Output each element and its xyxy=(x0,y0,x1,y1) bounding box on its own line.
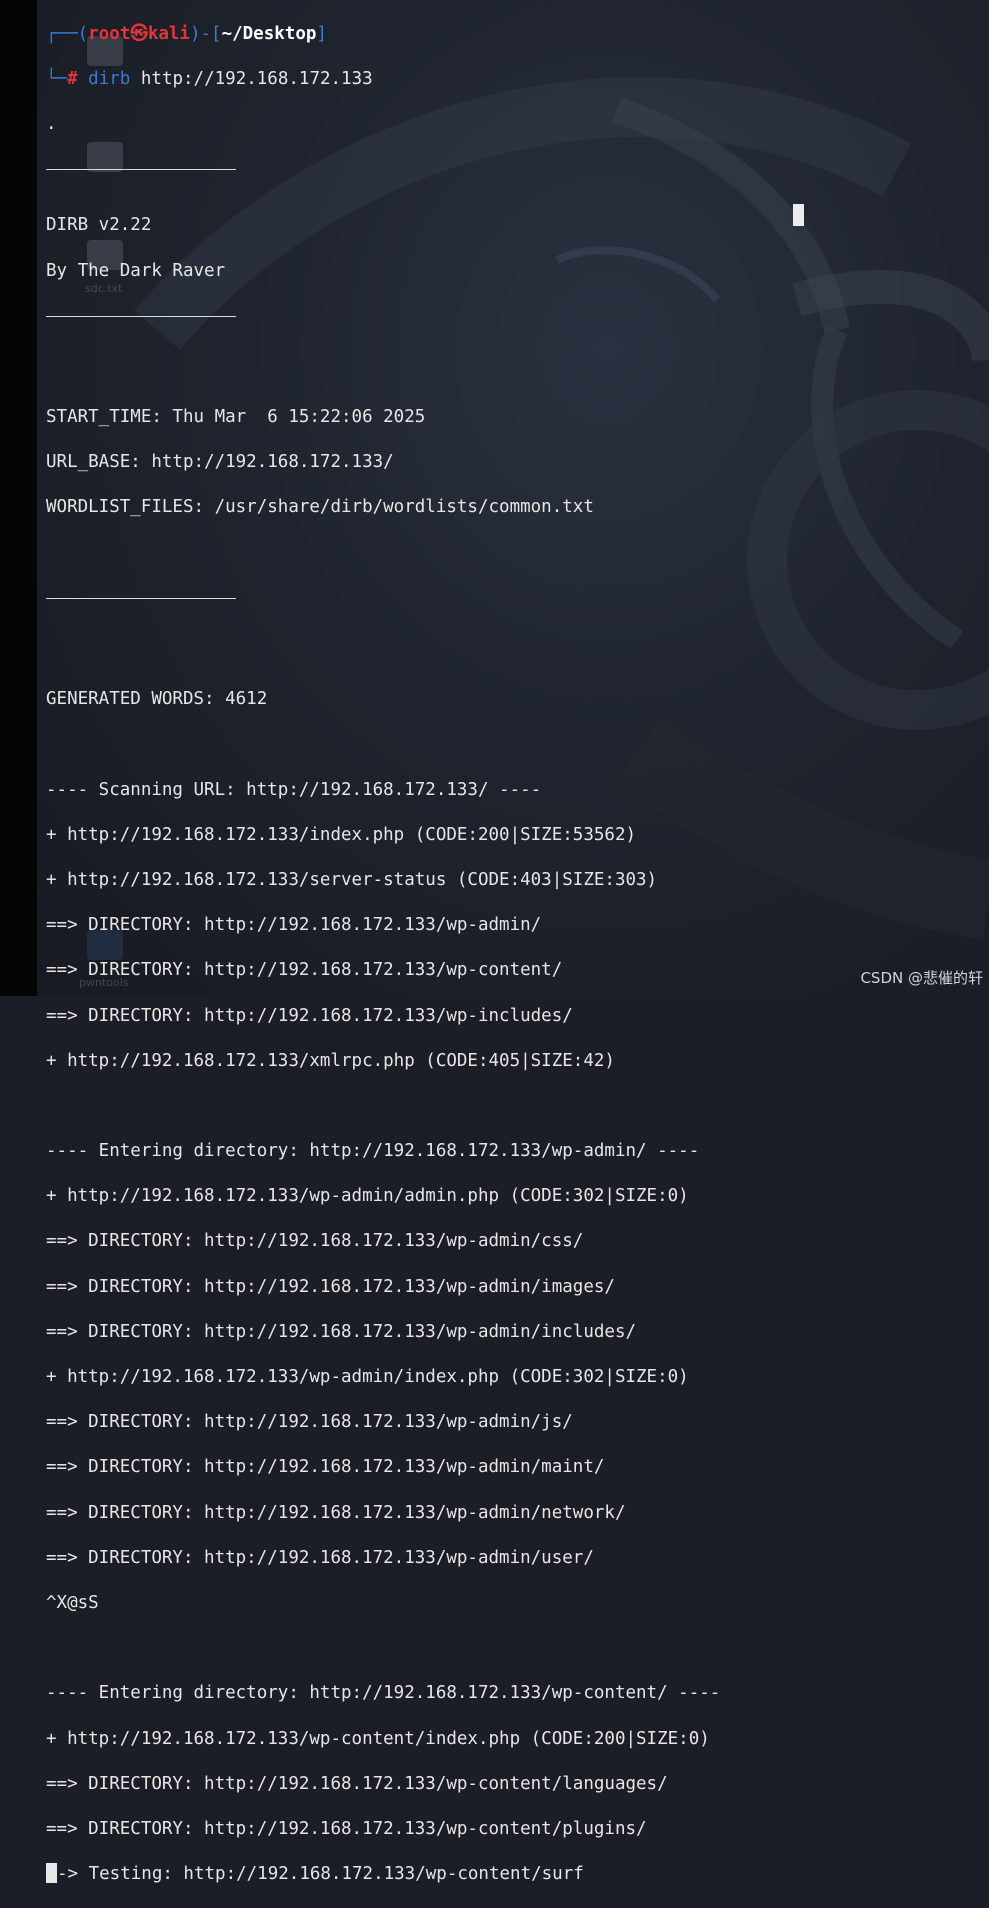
banner-dot: . xyxy=(46,113,57,134)
prompt-line-top: ┌──(root㉿kali)-[~/Desktop] xyxy=(46,23,327,44)
terminal-output[interactable]: ┌──(root㉿kali)-[~/Desktop] └─# dirb http… xyxy=(46,0,989,1884)
result-line: + http://192.168.172.133/wp-content/inde… xyxy=(46,1728,710,1749)
result-line: + http://192.168.172.133/index.php (CODE… xyxy=(46,824,637,845)
url-base: URL_BASE: http://192.168.172.133/ xyxy=(46,452,394,473)
directory-line: ==> DIRECTORY: http://192.168.172.133/wp… xyxy=(46,1818,647,1839)
result-line: + http://192.168.172.133/xmlrpc.php (COD… xyxy=(46,1050,615,1071)
directory-line: ==> DIRECTORY: http://192.168.172.133/wp… xyxy=(46,1231,584,1252)
result-line: + http://192.168.172.133/server-status (… xyxy=(46,869,658,890)
directory-line: ==> DIRECTORY: http://192.168.172.133/wp… xyxy=(46,1773,668,1794)
banner-rule xyxy=(46,315,989,339)
directory-line: ==> DIRECTORY: http://192.168.172.133/wp… xyxy=(46,1457,605,1478)
prompt-command-line: └─# dirb http://192.168.172.133 xyxy=(46,68,373,89)
progress-line: -> Testing: http://192.168.172.133/wp-co… xyxy=(46,1863,989,1886)
directory-line: ==> DIRECTORY: http://192.168.172.133/wp… xyxy=(46,1547,594,1568)
result-line: + http://192.168.172.133/wp-admin/admin.… xyxy=(46,1186,689,1207)
terminal-cursor xyxy=(46,1863,57,1884)
directory-line: ==> DIRECTORY: http://192.168.172.133/wp… xyxy=(46,915,542,936)
banner-rule xyxy=(46,597,989,621)
directory-line: ==> DIRECTORY: http://192.168.172.133/wp… xyxy=(46,1321,637,1342)
directory-line: ==> DIRECTORY: http://192.168.172.133/wp… xyxy=(46,1412,573,1433)
generated-words: GENERATED WORDS: 4612 xyxy=(46,689,268,710)
directory-line: ==> DIRECTORY: http://192.168.172.133/wp… xyxy=(46,1276,615,1297)
left-panel-strip xyxy=(0,0,37,996)
section-header: ---- Entering directory: http://192.168.… xyxy=(46,1683,721,1704)
directory-line: ==> DIRECTORY: http://192.168.172.133/wp… xyxy=(46,1005,573,1026)
section-header: ---- Entering directory: http://192.168.… xyxy=(46,1141,700,1162)
result-line: + http://192.168.172.133/wp-admin/index.… xyxy=(46,1367,689,1388)
directory-line: ==> DIRECTORY: http://192.168.172.133/wp… xyxy=(46,960,563,981)
banner-author: By The Dark Raver xyxy=(46,260,226,281)
text-cursor xyxy=(793,204,804,226)
banner-rule xyxy=(46,169,989,192)
directory-line: ==> DIRECTORY: http://192.168.172.133/wp… xyxy=(46,1502,626,1523)
csdn-watermark: CSDN @悲催的轩 xyxy=(860,969,983,987)
section-header: ---- Scanning URL: http://192.168.172.13… xyxy=(46,779,542,800)
wordlist-files: WORDLIST_FILES: /usr/share/dirb/wordlist… xyxy=(46,497,594,518)
banner-title: DIRB v2.22 xyxy=(46,215,152,236)
interrupt-echo: ^X@sS xyxy=(46,1592,99,1613)
start-time: START_TIME: Thu Mar 6 15:22:06 2025 xyxy=(46,407,426,428)
